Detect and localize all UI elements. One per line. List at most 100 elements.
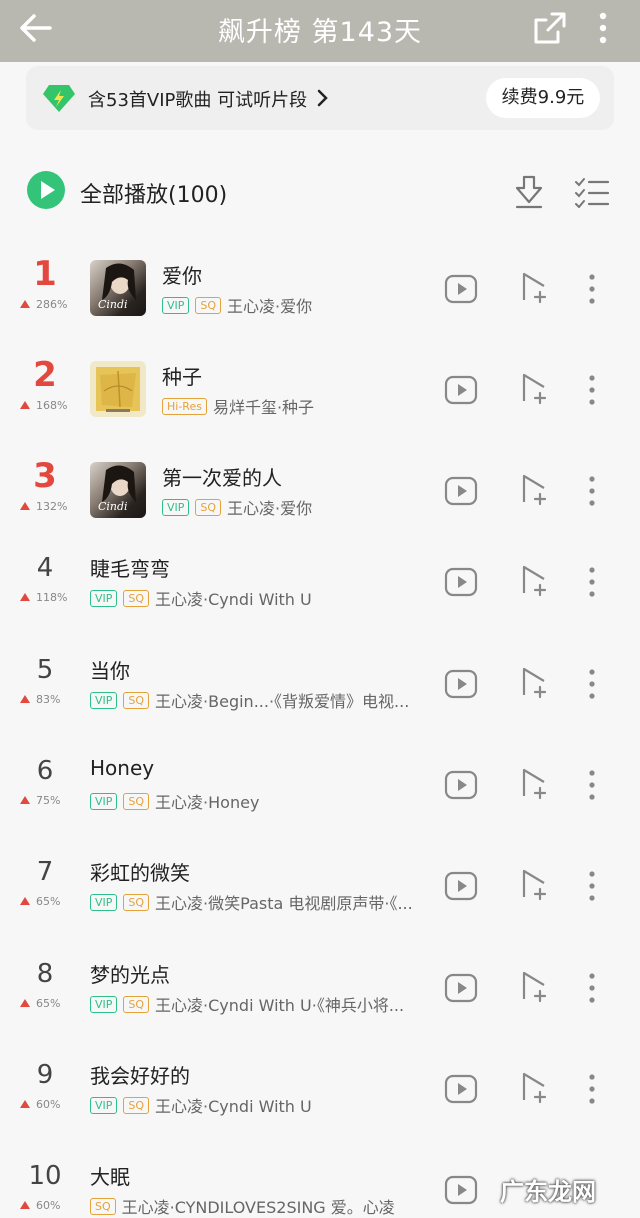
artist-album: 易烊千玺·种子 [212,398,315,417]
album-cover[interactable]: Cindi [90,462,146,518]
song-title: 种子 [162,365,202,389]
trend-up-icon [20,300,30,308]
download-icon[interactable] [512,174,546,210]
vip-badge: VIP [90,589,118,607]
vip-banner-text: 含53首VIP歌曲 可试听片段 [88,90,308,111]
song-meta: SQ 王心凌·CYNDILOVES2SING 爱。心凌 [90,1195,395,1217]
rank-number: 3 [33,456,57,496]
rank-number: 9 [36,1060,54,1090]
multi-select-icon[interactable] [574,176,610,208]
top-bar: 飙升榜 第143天 [0,0,640,62]
artist-album: 王心凌·Begin...·《背叛爱情》电视... [155,692,410,711]
artist-album: 王心凌·Cyndi With U [155,590,312,609]
renew-button[interactable]: 续费9.9元 [486,78,600,118]
more-options-icon[interactable] [584,869,600,903]
rank-number: 7 [36,857,54,887]
rank-number: 1 [33,254,57,294]
add-to-playlist-icon[interactable] [518,665,550,699]
song-row[interactable]: 2 168% 种子 Hi-Res 易烊千玺·种子 [0,351,640,452]
artist-album: 王心凌·Honey [155,793,260,812]
more-options-icon[interactable] [584,272,600,306]
add-to-playlist-icon[interactable] [518,969,550,1003]
trend-indicator: 286% [20,298,74,311]
vip-diamond-icon [43,85,75,112]
vip-badge: VIP [90,691,118,709]
add-to-playlist-icon[interactable] [518,1070,550,1104]
video-play-icon[interactable] [444,474,478,508]
album-cover[interactable]: Cindi [90,260,146,316]
song-title: 睫毛弯弯 [90,557,170,581]
rank-number: 4 [36,553,54,583]
trend-up-icon [20,502,30,510]
album-cover[interactable] [90,361,146,417]
more-options-icon[interactable] [584,565,600,599]
more-options-icon[interactable] [584,1072,600,1106]
vip-badge: VIP [162,296,190,314]
video-play-icon[interactable] [444,971,478,1005]
add-to-playlist-icon[interactable] [518,563,550,597]
video-play-icon[interactable] [444,272,478,306]
sq-badge: SQ [195,498,222,516]
trend-up-icon [20,695,30,703]
vip-badge: VIP [90,995,118,1013]
trend-up-icon [20,401,30,409]
sq-badge: SQ [123,995,150,1013]
trend-indicator: 75% [20,794,74,807]
video-play-icon[interactable] [444,565,478,599]
trend-up-icon [20,796,30,804]
song-meta: VIP SQ 王心凌·Cyndi With U [90,587,312,609]
vip-badge: VIP [90,1096,118,1114]
artist-album: 王心凌·爱你 [227,499,313,518]
add-to-playlist-icon[interactable] [518,472,550,506]
trend-indicator: 118% [20,591,74,604]
song-row[interactable]: 8 65% 梦的光点 VIP SQ 王心凌·Cyndi With U·《神兵小将… [0,949,640,1050]
song-title: 爱你 [162,264,202,288]
more-options-icon[interactable] [584,971,600,1005]
video-play-icon[interactable] [444,869,478,903]
song-title: Honey [90,756,155,780]
song-meta: VIP SQ 王心凌·Honey [90,790,259,812]
trend-up-icon [20,897,30,905]
video-play-icon[interactable] [444,373,478,407]
trend-indicator: 83% [20,693,74,706]
trend-indicator: 132% [20,500,74,513]
song-meta: Hi-Res 易烊千玺·种子 [162,395,314,417]
rank-number: 2 [33,355,57,395]
song-title: 第一次爱的人 [162,466,282,490]
song-row[interactable]: 7 65% 彩虹的微笑 VIP SQ 王心凌·微笑Pasta 电视剧原声带·《.… [0,847,640,948]
song-row[interactable]: 9 60% 我会好好的 VIP SQ 王心凌·Cyndi With U [0,1050,640,1151]
song-row[interactable]: 4 118% 睫毛弯弯 VIP SQ 王心凌·Cyndi With U [0,543,640,644]
video-play-icon[interactable] [444,667,478,701]
sq-badge: SQ [195,296,222,314]
artist-album: 王心凌·微笑Pasta 电视剧原声带·《... [155,894,413,913]
vip-banner[interactable]: 含53首VIP歌曲 可试听片段 续费9.9元 [26,66,614,130]
video-play-icon[interactable] [444,768,478,802]
song-row[interactable]: 6 75% Honey VIP SQ 王心凌·Honey [0,746,640,847]
add-to-playlist-icon[interactable] [518,270,550,304]
play-all-button[interactable]: 全部播放(100) [80,177,227,209]
more-options-icon[interactable] [584,373,600,407]
video-play-icon[interactable] [444,1173,478,1207]
video-play-icon[interactable] [444,1072,478,1106]
svg-text:Cindi: Cindi [98,298,128,311]
hires-badge: Hi-Res [162,397,207,415]
vip-badge: VIP [90,893,118,911]
rank-number: 6 [36,756,54,786]
add-to-playlist-icon[interactable] [518,371,550,405]
artist-album: 王心凌·CYNDILOVES2SING 爱。心凌 [121,1198,395,1217]
share-icon[interactable] [530,8,570,48]
song-row[interactable]: 1 286% Cindi 爱你 VIP SQ 王心凌·爱你 [0,250,640,351]
trend-indicator: 65% [20,895,74,908]
song-row[interactable]: 3 132% Cindi 第一次爱的人 VIP SQ 王心凌·爱你 [0,452,640,553]
more-options-icon[interactable] [584,768,600,802]
song-meta: VIP SQ 王心凌·爱你 [162,294,312,316]
song-row[interactable]: 5 83% 当你 VIP SQ 王心凌·Begin...·《背叛爱情》电视... [0,645,640,746]
add-to-playlist-icon[interactable] [518,867,550,901]
more-options-icon[interactable] [584,474,600,508]
more-vertical-icon[interactable] [588,8,618,48]
sq-badge: SQ [123,691,150,709]
rank-number: 5 [36,655,54,685]
add-to-playlist-icon[interactable] [518,766,550,800]
more-options-icon[interactable] [584,667,600,701]
play-all-icon[interactable] [26,170,66,210]
